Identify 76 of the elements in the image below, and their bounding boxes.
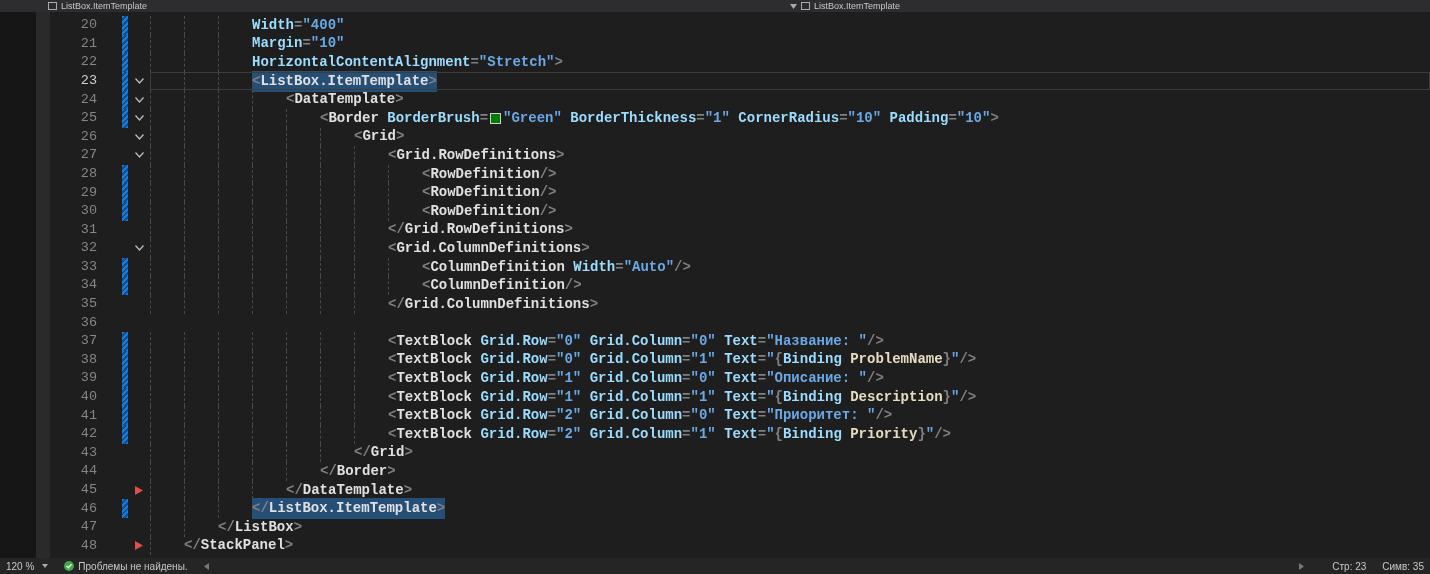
line-number: 35: [79, 295, 97, 314]
code-line: Margin="10": [252, 34, 345, 54]
document-icon: [800, 2, 810, 10]
code-line: </Grid.RowDefinitions>: [388, 220, 573, 240]
line-number: 29: [79, 183, 97, 202]
line-number: 46: [79, 499, 97, 518]
code-line: <TextBlock Grid.Row="2" Grid.Column="1" Text="{Binding Priority}"/>: [388, 424, 952, 444]
line-number: 47: [79, 518, 97, 537]
code-line: <RowDefinition/>: [422, 183, 557, 203]
line-number: 42: [79, 425, 97, 444]
code-line: <TextBlock Grid.Row="1" Grid.Column="1" Text="{Binding Description}"/>: [388, 387, 977, 407]
line-number: 40: [79, 388, 97, 407]
line-number: 24: [79, 90, 97, 109]
line-number: 34: [79, 276, 97, 295]
line-number: 22: [79, 53, 97, 72]
color-swatch-icon: [490, 112, 502, 124]
tab-label[interactable]: ListBox.ItemTemplate: [61, 1, 148, 11]
line-number: 25: [79, 109, 97, 128]
code-line: <RowDefinition/>: [422, 164, 557, 184]
line-number: 48: [79, 536, 97, 555]
column-position: Симв: 35: [1382, 559, 1424, 574]
code-line: <Grid.RowDefinitions>: [388, 145, 565, 165]
line-number: 45: [79, 481, 97, 499]
code-line: <TextBlock Grid.Row="2" Grid.Column="0" Text="Приоритет: "/>: [388, 406, 893, 426]
collapse-chevron-icon[interactable]: [134, 245, 144, 252]
code-line: </Grid.ColumnDefinitions>: [388, 294, 599, 314]
line-number: 36: [79, 313, 97, 332]
zoom-level[interactable]: 120 %: [6, 558, 35, 574]
line-number: 33: [79, 257, 97, 276]
line-number: 31: [79, 220, 97, 239]
document-icon: [48, 2, 57, 10]
dropdown-caret-icon: [789, 3, 797, 9]
dropdown-caret-icon[interactable]: [42, 564, 49, 568]
code-line: </Border>: [320, 462, 396, 482]
collapse-chevron-icon[interactable]: [134, 115, 144, 122]
line-number: 41: [79, 406, 97, 425]
code-line: HorizontalContentAlignment="Stretch">: [252, 53, 563, 72]
scroll-left-icon[interactable]: [203, 562, 209, 570]
code-line: </StackPanel>: [184, 536, 294, 556]
line-number: 23: [79, 71, 97, 90]
line-number: 39: [79, 369, 97, 388]
code-line: <TextBlock Grid.Row="0" Grid.Column="1" Text="{Binding ProblemName}"/>: [388, 350, 977, 370]
code-line: <Border BorderBrush=: [320, 108, 489, 128]
line-number: 38: [79, 350, 97, 369]
line-number: 27: [79, 146, 97, 165]
check-circle-icon[interactable]: [64, 561, 75, 571]
collapse-chevron-icon[interactable]: [134, 152, 144, 159]
line-number: 37: [79, 332, 97, 351]
line-position: Стр: 23: [1332, 559, 1367, 574]
code-line: </DataTemplate>: [286, 480, 413, 500]
line-number: 43: [79, 443, 97, 462]
code-line: <DataTemplate>: [286, 90, 404, 110]
line-number: 30: [79, 202, 97, 221]
scroll-right-icon[interactable]: [1299, 562, 1305, 570]
code-line: <Grid>: [354, 127, 405, 147]
tab-label[interactable]: ListBox.ItemTemplate: [813, 1, 900, 11]
code-line: <ColumnDefinition/>: [422, 276, 582, 296]
code-line: Width="400": [252, 15, 345, 35]
code-line: <ColumnDefinition Width="Auto"/>: [422, 257, 691, 277]
line-number: 26: [79, 127, 97, 146]
line-number: 21: [79, 34, 97, 53]
line-number: 20: [79, 16, 97, 35]
code-line: "Green" BorderThickness="1" CornerRadius="10" Padding="10">: [503, 108, 999, 128]
collapse-chevron-icon[interactable]: [134, 133, 144, 140]
line-number: 32: [79, 239, 97, 258]
line-number: 28: [79, 164, 97, 183]
code-line: </ListBox>: [218, 517, 303, 537]
collapse-chevron-icon[interactable]: [134, 78, 144, 85]
code-line: <TextBlock Grid.Row="1" Grid.Column="0" Text="Описание: "/>: [388, 369, 884, 389]
collapse-chevron-icon[interactable]: [134, 96, 144, 103]
line-number: 44: [79, 462, 97, 481]
code-line: <RowDefinition/>: [422, 201, 557, 221]
code-line: </Grid>: [354, 443, 413, 463]
code-line: <Grid.ColumnDefinitions>: [388, 238, 590, 258]
code-line: <TextBlock Grid.Row="0" Grid.Column="0" Text="Название: "/>: [388, 331, 884, 351]
problems-status[interactable]: Проблемы не найдены.: [78, 558, 188, 574]
